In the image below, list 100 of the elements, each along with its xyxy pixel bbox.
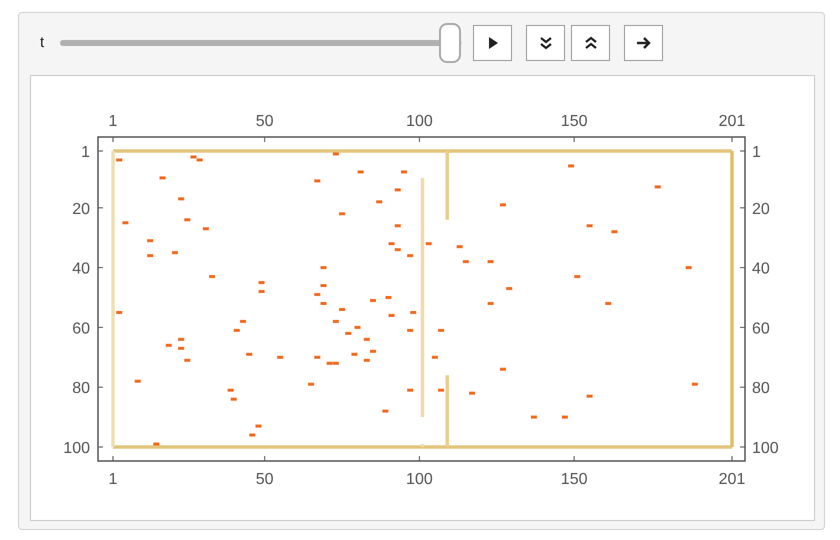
data-point: [339, 308, 346, 311]
data-point: [314, 293, 320, 296]
data-point: [611, 230, 618, 234]
play-button[interactable]: [473, 25, 512, 61]
data-point: [314, 179, 320, 182]
direction-button[interactable]: [624, 25, 663, 61]
slider-thumb[interactable]: [438, 23, 461, 63]
data-point: [394, 224, 401, 228]
data-point: [178, 346, 184, 350]
data-point: [488, 302, 494, 305]
axis-tick-label: 40: [72, 260, 90, 278]
axis-tick-label: 20: [72, 200, 90, 218]
data-point: [407, 388, 414, 392]
data-point: [228, 388, 234, 392]
data-point: [586, 224, 593, 228]
data-point: [438, 328, 444, 332]
data-point: [394, 188, 401, 192]
data-point: [438, 388, 444, 392]
data-point: [426, 242, 432, 246]
data-point: [605, 302, 612, 305]
axis-tick-label: 50: [256, 471, 274, 488]
data-point: [202, 227, 209, 230]
axis-tick-label: 50: [256, 113, 274, 130]
faster-button[interactable]: [571, 25, 610, 61]
data-point: [382, 410, 388, 413]
axis-tick-label: 20: [752, 200, 770, 218]
data-point: [400, 170, 407, 174]
data-point: [654, 185, 661, 188]
axis-tick-label: 1: [81, 144, 90, 161]
data-point: [692, 382, 698, 386]
data-point: [506, 287, 512, 290]
axis-tick-label: 1: [752, 144, 761, 161]
data-point: [166, 344, 172, 347]
data-point: [462, 260, 469, 264]
data-point: [432, 356, 438, 359]
data-point: [258, 290, 265, 294]
data-point: [230, 398, 237, 401]
data-point: [407, 254, 414, 258]
data-point: [456, 245, 463, 248]
axis-tick-label: 201: [718, 113, 746, 130]
data-point: [488, 260, 494, 264]
data-point: [178, 338, 184, 341]
data-point: [354, 326, 360, 329]
data-point: [562, 416, 568, 419]
data-point: [351, 352, 358, 356]
axis-tick-label: 80: [72, 380, 90, 398]
data-point: [184, 358, 190, 362]
data-point: [385, 296, 392, 299]
data-point: [358, 170, 364, 174]
data-point: [345, 332, 352, 335]
axis-tick-label: 80: [752, 380, 770, 398]
data-point: [249, 434, 256, 437]
axis-tick-label: 40: [752, 260, 770, 278]
data-point: [116, 310, 122, 314]
slower-button[interactable]: [526, 25, 565, 61]
variable-label: t: [40, 32, 46, 53]
data-point: [172, 251, 178, 254]
data-point: [277, 356, 284, 359]
axis-tick-label: 60: [72, 320, 90, 338]
data-point: [147, 239, 154, 242]
axis-tick-label: 1: [108, 471, 118, 488]
data-point: [364, 358, 370, 362]
data-point: [314, 356, 320, 359]
data-point: [320, 302, 326, 305]
axis-tick-label: 201: [718, 471, 746, 488]
axis-tick-label: 100: [406, 113, 433, 130]
data-point: [153, 442, 160, 446]
data-point: [407, 328, 414, 332]
data-point: [258, 281, 265, 284]
data-point: [116, 158, 122, 162]
data-point: [308, 382, 314, 386]
data-point: [339, 212, 346, 216]
data-point: [178, 197, 184, 200]
data-point: [370, 299, 376, 302]
data-point: [394, 248, 401, 252]
data-point: [122, 221, 128, 224]
data-point: [530, 416, 537, 419]
data-point: [320, 284, 326, 288]
data-point: [332, 320, 339, 323]
data-point: [388, 314, 395, 317]
data-point: [209, 275, 216, 278]
data-point: [160, 176, 166, 180]
data-point: [376, 200, 382, 204]
axis-tick-label: 1: [108, 113, 118, 130]
data-point: [320, 266, 326, 270]
data-point: [364, 338, 370, 341]
data-point: [586, 394, 593, 398]
data-point: [246, 352, 252, 356]
data-point: [500, 368, 506, 371]
axis-tick-label: 150: [560, 113, 588, 130]
data-point: [332, 152, 339, 156]
data-point: [574, 275, 580, 278]
data-point: [500, 203, 506, 206]
data-point: [234, 328, 240, 332]
data-point: [410, 310, 416, 314]
axis-tick-label: 150: [560, 471, 588, 488]
data-point: [255, 424, 262, 428]
data-point: [568, 164, 574, 168]
data-point: [240, 320, 246, 323]
axis-tick-label: 100: [406, 471, 433, 488]
